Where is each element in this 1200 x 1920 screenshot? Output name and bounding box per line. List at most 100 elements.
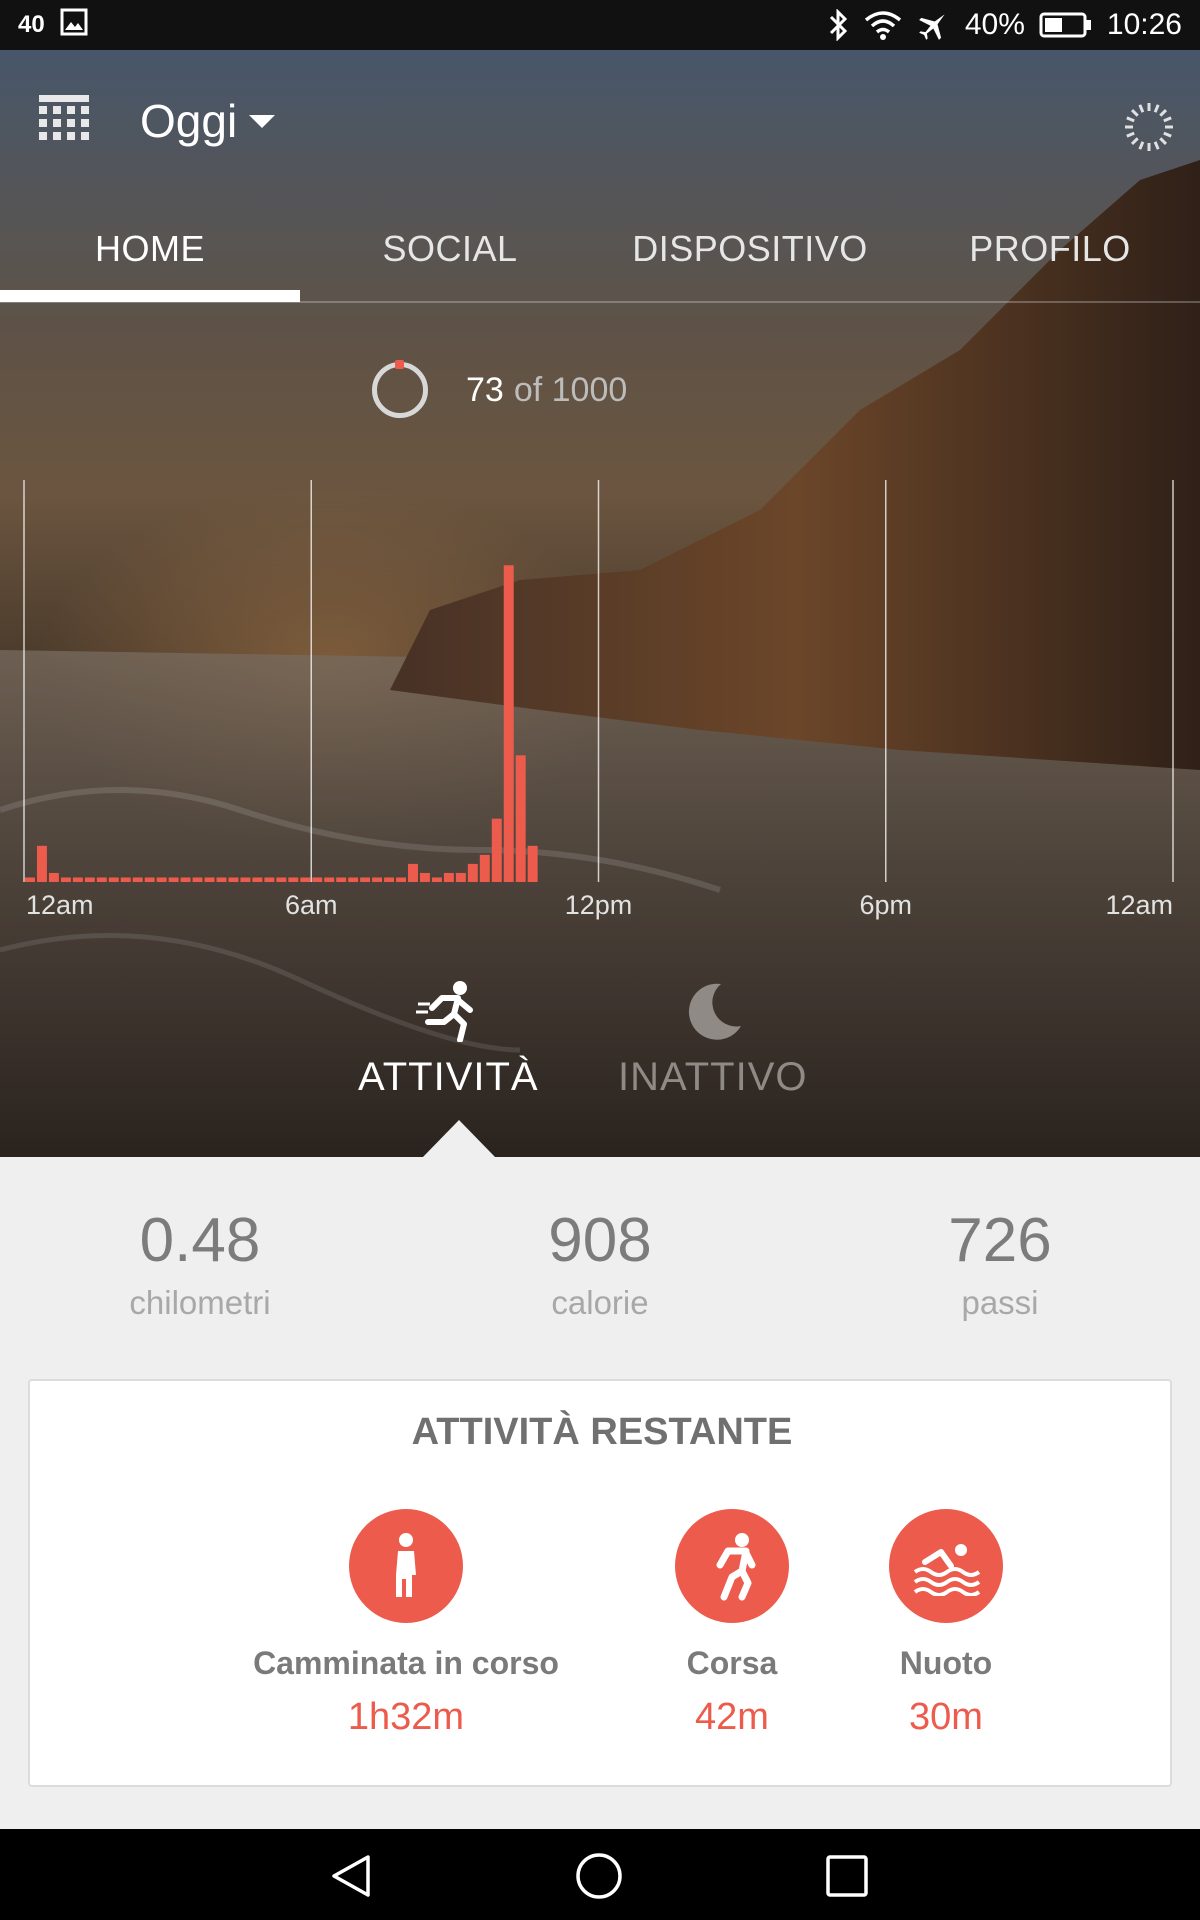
activity-bar bbox=[192, 877, 203, 882]
airplane-icon bbox=[917, 8, 951, 42]
x-tick-label: 6pm bbox=[859, 890, 912, 920]
stat-value: 726 bbox=[948, 1206, 1052, 1275]
activity-bar bbox=[156, 877, 167, 882]
activity-bar bbox=[180, 877, 191, 882]
activity-bar bbox=[467, 863, 478, 882]
activity-bar bbox=[455, 872, 466, 882]
activity-bar bbox=[288, 877, 299, 882]
stat-unit: passi bbox=[961, 1284, 1039, 1321]
activity-bar bbox=[276, 877, 287, 882]
goal-text: 73 of 1000 bbox=[466, 371, 627, 410]
activity-bar bbox=[336, 877, 347, 882]
activity-bar bbox=[491, 818, 502, 882]
remaining-run-name: Corsa bbox=[686, 1645, 778, 1681]
spinner-tick bbox=[1163, 116, 1172, 123]
activity-bar bbox=[48, 872, 59, 882]
spinner-tick bbox=[1159, 137, 1168, 146]
x-tick-label: 6am bbox=[285, 890, 338, 920]
goal-current: 73 bbox=[466, 370, 504, 409]
mode-toggle: ATTIVITÀ INATTIVO bbox=[0, 980, 1200, 1099]
activity-bar bbox=[503, 565, 514, 882]
spinner-tick bbox=[1138, 104, 1145, 113]
remaining-swim-time: 30m bbox=[909, 1696, 983, 1738]
stat-unit: calorie bbox=[551, 1284, 649, 1321]
tab-dispositivo[interactable]: DISPOSITIVO bbox=[600, 195, 900, 302]
activity-bar bbox=[348, 877, 359, 882]
activity-bar bbox=[384, 877, 395, 882]
activity-bar bbox=[479, 854, 490, 882]
spinner-tick bbox=[1153, 141, 1160, 150]
activity-chart: 12am 6am 12pm 6pm 12am bbox=[23, 480, 1174, 920]
x-tick-label: 12am bbox=[26, 890, 94, 920]
remaining-run[interactable]: Corsa 42m bbox=[632, 1509, 832, 1739]
spinner-tick bbox=[1130, 108, 1139, 117]
swimming-icon bbox=[889, 1509, 1003, 1623]
activity-bar bbox=[228, 877, 239, 882]
goal-target: of 1000 bbox=[513, 370, 628, 409]
activity-bar bbox=[324, 877, 335, 882]
sleep-mode-button[interactable]: INATTIVO bbox=[618, 980, 807, 1100]
goal-progress: 73 of 1000 bbox=[372, 360, 627, 418]
activity-bar bbox=[36, 845, 47, 882]
spinner-tick bbox=[1159, 108, 1168, 117]
activity-bar bbox=[443, 872, 454, 882]
activity-bar bbox=[419, 872, 430, 882]
activity-bar bbox=[360, 877, 371, 882]
back-icon[interactable] bbox=[326, 1851, 376, 1901]
stats-row: 0.48 chilometri 908 calorie 726 passi bbox=[0, 1205, 1200, 1322]
activity-bar bbox=[120, 877, 131, 882]
spinner-tick bbox=[1153, 104, 1160, 113]
tab-home[interactable]: HOME bbox=[0, 195, 300, 302]
activity-bar bbox=[144, 877, 155, 882]
battery-text: 40% bbox=[964, 8, 1025, 41]
status-left-text: 40 bbox=[18, 11, 45, 38]
stat-value: 0.48 bbox=[139, 1206, 261, 1275]
status-bar: 40 40% 10:26 bbox=[0, 0, 1200, 50]
stat-distance: 0.48 chilometri bbox=[0, 1205, 400, 1322]
walking-icon bbox=[349, 1509, 463, 1623]
remaining-activity-card: ATTIVITÀ RESTANTE Camminata in corso 1h3… bbox=[28, 1379, 1172, 1787]
activity-bar bbox=[527, 845, 538, 882]
remaining-walk[interactable]: Camminata in corso 1h32m bbox=[226, 1509, 586, 1739]
activity-bar bbox=[132, 877, 143, 882]
remaining-swim[interactable]: Nuoto 30m bbox=[846, 1509, 1046, 1739]
activity-bar bbox=[108, 877, 119, 882]
recents-icon[interactable] bbox=[822, 1851, 872, 1901]
x-tick-label: 12am bbox=[1105, 890, 1173, 920]
remaining-swim-name: Nuoto bbox=[899, 1645, 993, 1681]
stat-steps: 726 passi bbox=[800, 1205, 1200, 1322]
wifi-icon bbox=[863, 9, 903, 41]
battery-icon bbox=[1039, 11, 1093, 39]
spinner-tick bbox=[1126, 131, 1135, 138]
moon-icon bbox=[681, 980, 745, 1047]
tab-divider bbox=[0, 301, 1200, 303]
active-mode-pointer bbox=[422, 1120, 496, 1158]
activity-bar bbox=[60, 877, 71, 882]
home-icon[interactable] bbox=[574, 1851, 624, 1901]
tab-profilo[interactable]: PROFILO bbox=[900, 195, 1200, 302]
remaining-walk-name: Camminata in corso bbox=[253, 1645, 559, 1681]
activity-bar bbox=[396, 877, 406, 882]
sync-spinner-icon[interactable] bbox=[1122, 100, 1176, 154]
grid-calendar-icon[interactable] bbox=[36, 92, 92, 148]
tab-social[interactable]: SOCIAL bbox=[300, 195, 600, 302]
activity-bar bbox=[204, 877, 215, 882]
activity-bar bbox=[240, 877, 251, 882]
image-icon bbox=[59, 7, 89, 44]
activity-bar bbox=[431, 877, 442, 882]
date-selector[interactable]: Oggi bbox=[140, 94, 276, 148]
activity-bar bbox=[515, 755, 526, 882]
activity-bar bbox=[408, 863, 418, 882]
activity-bar bbox=[168, 877, 179, 882]
activity-mode-label: ATTIVITÀ bbox=[358, 1055, 539, 1099]
spinner-tick bbox=[1130, 137, 1139, 146]
bluetooth-icon bbox=[827, 9, 849, 41]
spinner-tick bbox=[1126, 116, 1135, 123]
card-title: ATTIVITÀ RESTANTE bbox=[411, 1411, 793, 1453]
running-icon bbox=[675, 1509, 789, 1623]
activity-bar bbox=[216, 877, 227, 882]
sleep-mode-label: INATTIVO bbox=[618, 1055, 808, 1099]
activity-bar bbox=[96, 877, 107, 882]
summary-panel: 0.48 chilometri 908 calorie 726 passi AT… bbox=[0, 1157, 1200, 1829]
activity-mode-button[interactable]: ATTIVITÀ bbox=[358, 980, 539, 1100]
